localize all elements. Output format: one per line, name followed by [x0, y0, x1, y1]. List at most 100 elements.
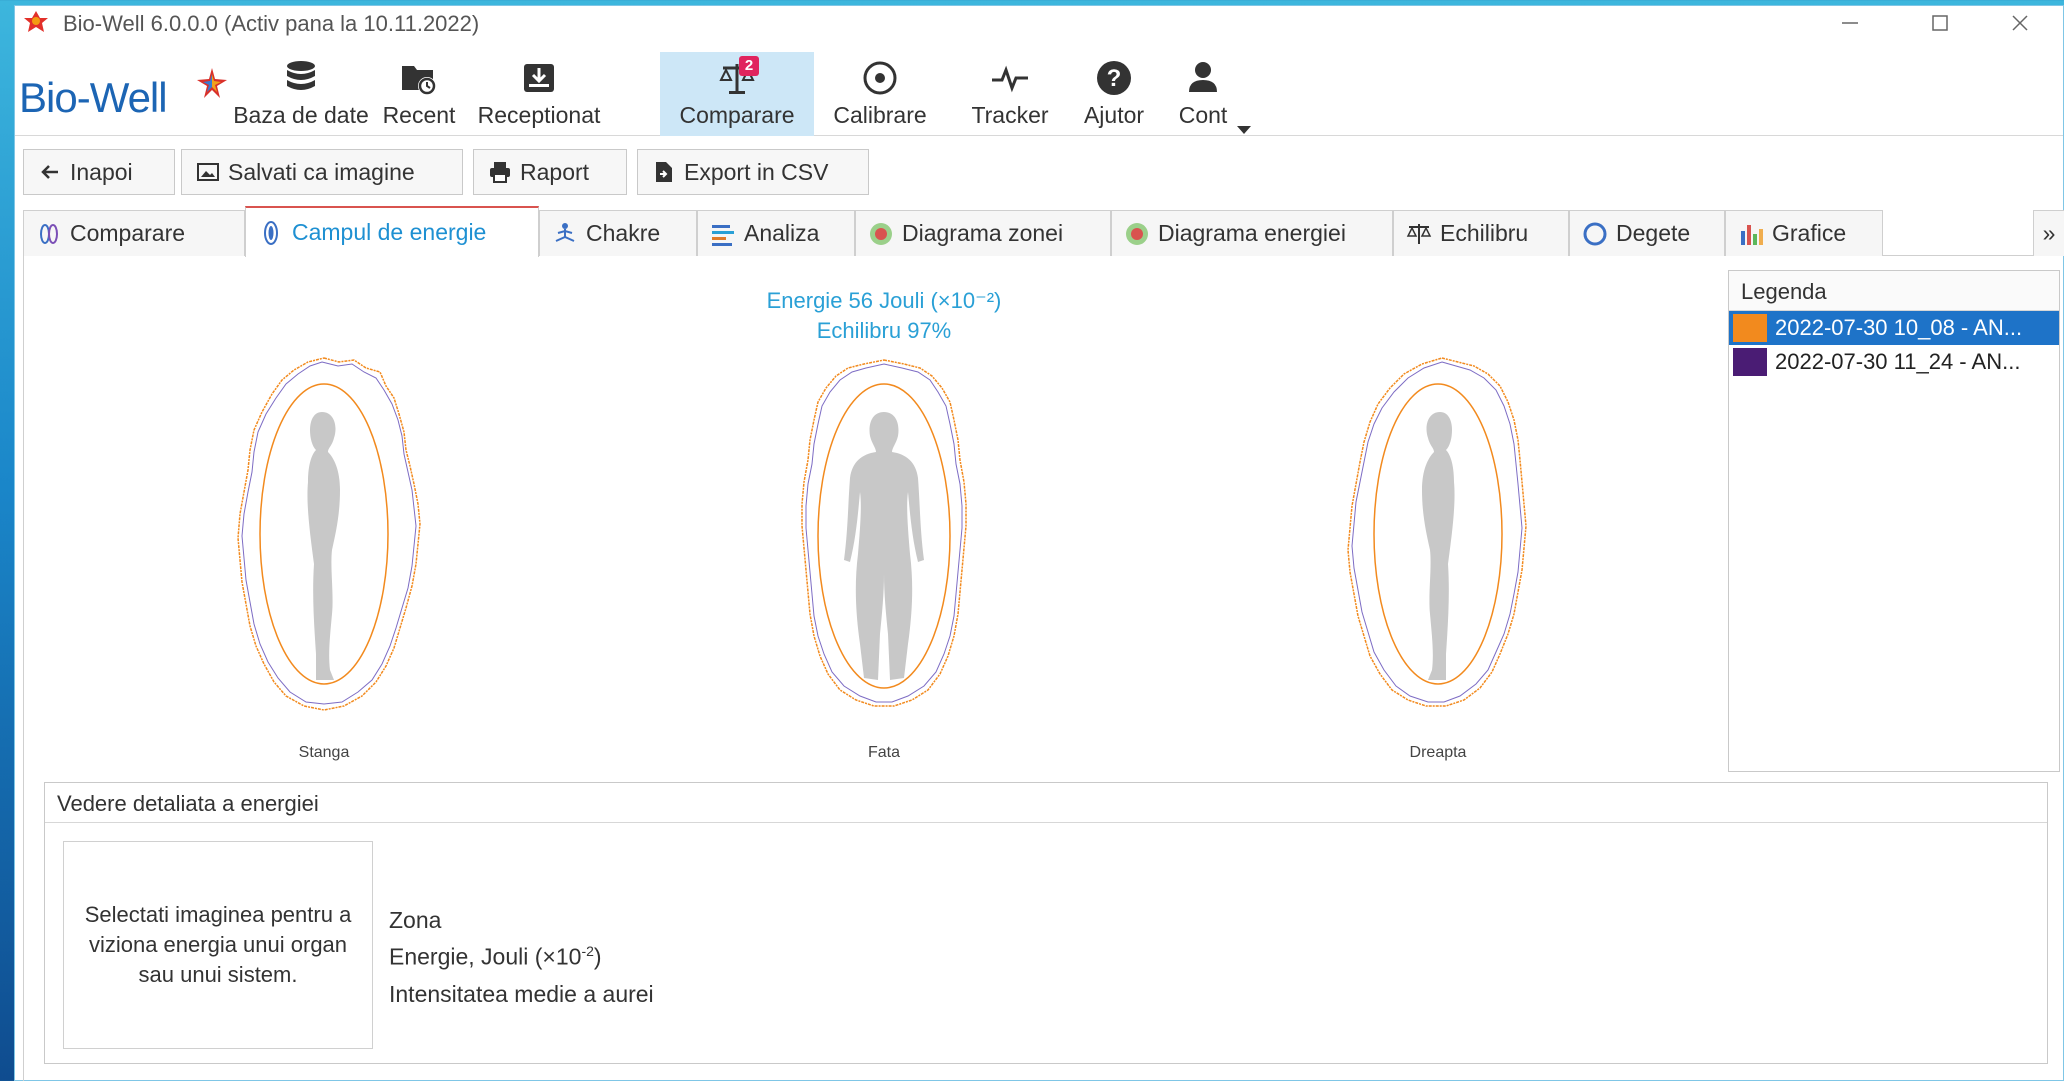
printer-icon [490, 162, 510, 183]
back-button[interactable]: Inapoi [23, 149, 175, 195]
title-bar: Bio-Well 6.0.0.0 (Activ pana la 10.11.20… [15, 6, 2063, 40]
tab-balance[interactable]: Echilibru [1393, 210, 1569, 256]
folder-clock-icon [402, 66, 436, 95]
tab-analysis[interactable]: Analiza [697, 210, 855, 256]
bar-chart-icon [1741, 224, 1763, 245]
compare-count-badge: 2 [739, 56, 759, 76]
energy-value: Energie 56 Jouli (×10⁻²) [766, 288, 1002, 313]
right-view-label: Dreapta [1409, 744, 1467, 761]
balance-icon [1406, 223, 1432, 244]
export-csv-button[interactable]: Export in CSV [637, 149, 869, 195]
toolbar-help-button[interactable]: ? Ajutor [1069, 52, 1159, 136]
energy-label-text: Energie, Jouli (×10 [389, 943, 582, 970]
maximize-button[interactable] [1895, 6, 1985, 40]
tab-charts[interactable]: Grafice [1725, 210, 1883, 256]
legend-item-label: 2022-07-30 10_08 - AN... [1775, 315, 2023, 340]
tab-label: Diagrama energiei [1158, 220, 1346, 246]
organ-selector-box[interactable]: Selectati imaginea pentru a viziona ener… [63, 841, 373, 1049]
tab-energy-field[interactable]: Campul de energie [245, 206, 539, 257]
bars-analysis-icon [712, 224, 734, 246]
legend-panel: Legenda 2022-07-30 10_08 - AN... 2022-07… [1728, 270, 2060, 772]
app-window: Bio-Well 6.0.0.0 (Activ pana la 10.11.20… [14, 5, 2064, 1081]
svg-text:?: ? [1107, 65, 1122, 92]
tab-label: Degete [1616, 220, 1691, 246]
report-label: Raport [520, 158, 590, 185]
minimize-button[interactable] [1805, 6, 1895, 40]
aura-front-view[interactable] [754, 354, 1014, 714]
logo-star-icon [197, 68, 227, 98]
toolbar-label: Ajutor [1083, 102, 1145, 128]
minimize-icon [1842, 22, 1858, 24]
legend-swatch [1733, 348, 1767, 376]
tab-bar: Comparare Campul de energie Chakre Anali… [23, 204, 2064, 257]
help-icon: ? [1097, 61, 1131, 95]
logo-text: Bio-Well [19, 74, 168, 121]
tab-label: Campul de energie [292, 219, 487, 245]
energy-field-panel: Energie 56 Jouli (×10⁻²) Echilibru 97% S… [23, 256, 2064, 1081]
tab-compare[interactable]: Comparare [23, 210, 245, 256]
tab-label: Grafice [1772, 220, 1847, 246]
image-icon [197, 163, 219, 181]
tab-label: Comparare [70, 220, 186, 246]
legend-title: Legenda [1729, 271, 2059, 311]
zone-diagram-icon [870, 222, 892, 245]
toolbar-tracker-button[interactable]: Tracker [962, 52, 1058, 136]
tab-zone-diagram[interactable]: Diagrama zonei [855, 210, 1111, 256]
energy-label-exponent: -2 [581, 943, 594, 959]
energy-field-icon [264, 220, 278, 245]
toolbar-label: Receptionat [477, 102, 601, 128]
toolbar-label: Comparare [679, 102, 795, 128]
tab-label: Diagrama zonei [902, 220, 1064, 246]
tab-overflow-button[interactable]: » [2033, 210, 2064, 256]
tab-overflow-label: » [2042, 220, 2056, 246]
tab-energy-diagram[interactable]: Diagrama energiei [1111, 210, 1393, 256]
tab-chakras[interactable]: Chakre [539, 210, 697, 256]
pulse-icon [992, 65, 1028, 93]
toolbar-label: Calibrare [833, 102, 927, 128]
target-icon [863, 61, 897, 95]
back-label: Inapoi [70, 158, 133, 185]
energy-diagram-icon [1126, 222, 1148, 245]
close-button[interactable] [1975, 6, 2064, 40]
database-icon [287, 61, 315, 90]
energy-label-close: ) [593, 943, 602, 970]
tab-label: Analiza [744, 220, 820, 246]
user-icon [1189, 62, 1217, 92]
arrow-left-icon [41, 165, 58, 179]
detailed-energy-panel: Vedere detaliata a energiei Selectati im… [44, 782, 2048, 1064]
inbox-download-icon [524, 64, 554, 92]
toolbar-account-button[interactable]: Cont [1161, 52, 1245, 136]
save-image-button[interactable]: Salvati ca imagine [181, 149, 463, 195]
tab-label: Chakre [586, 220, 661, 246]
toolbar-label: Tracker [971, 102, 1049, 128]
export-csv-label: Export in CSV [684, 158, 829, 185]
bio-well-logo: Bio-Well [19, 62, 227, 126]
toolbar-recent-button[interactable]: Recent [371, 52, 467, 136]
close-icon [2012, 15, 2028, 31]
toolbar-label: Baza de date [233, 102, 369, 128]
tab-fingers[interactable]: Degete [1569, 210, 1725, 256]
app-logo-icon [24, 11, 48, 32]
save-image-label: Salvati ca imagine [228, 158, 415, 185]
aura-right-view[interactable] [1308, 354, 1568, 714]
front-view-label: Fata [867, 744, 900, 761]
toolbar-database-button[interactable]: Baza de date [231, 52, 371, 136]
toolbar-label: Recent [382, 102, 456, 128]
meditation-icon [555, 222, 575, 242]
toolbar-compare-button[interactable]: 2 Comparare [660, 52, 814, 136]
toolbar-received-button[interactable]: Receptionat [467, 52, 611, 136]
toolbar-calibrate-button[interactable]: Calibrare [822, 52, 938, 136]
energy-label: Energie, Jouli (×10-2) [389, 943, 602, 971]
energy-summary: Energie 56 Jouli (×10⁻²) Echilibru 97% [664, 286, 1104, 346]
window-title: Bio-Well 6.0.0.0 (Activ pana la 10.11.20… [63, 11, 480, 36]
legend-item[interactable]: 2022-07-30 11_24 - AN... [1729, 345, 2059, 379]
tab-label: Echilibru [1440, 220, 1529, 246]
aura-left-view[interactable] [194, 354, 454, 714]
left-view-label: Stanga [298, 744, 350, 761]
report-button[interactable]: Raport [473, 149, 627, 195]
main-toolbar: Bio-Well Baza de date Recent Receptionat… [15, 44, 2063, 136]
file-export-icon [656, 162, 672, 182]
legend-swatch [1733, 314, 1767, 342]
intensity-label: Intensitatea medie a aurei [389, 981, 654, 1007]
legend-item[interactable]: 2022-07-30 10_08 - AN... [1729, 311, 2059, 345]
